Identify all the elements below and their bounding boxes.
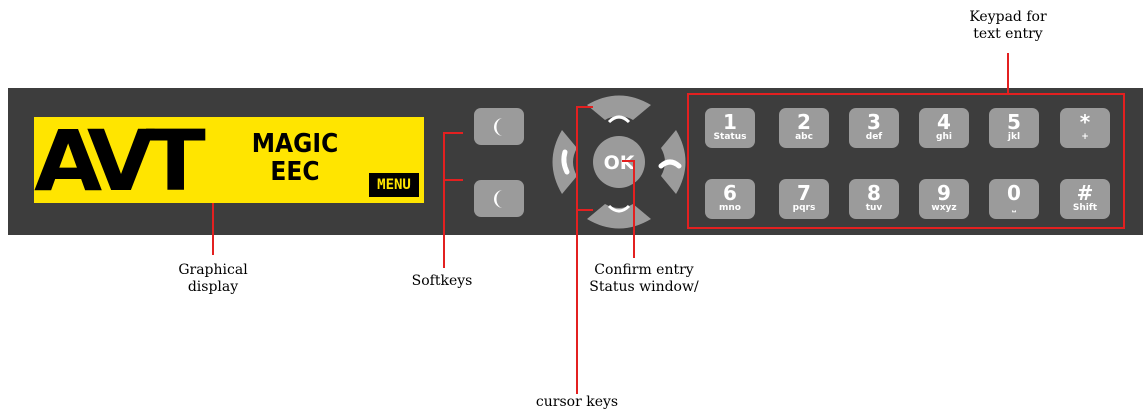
key-2-letters: abc <box>795 132 813 142</box>
graphical-label-line2: display <box>187 279 239 295</box>
cursor-down-key[interactable] <box>587 204 651 229</box>
key-star-sub: + <box>1081 132 1089 142</box>
ok-key-label: Confirm entry Status window/ <box>570 262 718 296</box>
key-6[interactable]: 6 mno <box>705 179 755 219</box>
confirm-label-line1: Confirm entry <box>594 262 694 278</box>
chevron-up-icon <box>607 115 631 124</box>
key-7-digit: 7 <box>797 181 811 205</box>
keypad-label-line1: Keypad for <box>969 9 1047 25</box>
graphical-label-line1: Graphical <box>178 262 248 278</box>
key-0[interactable]: 0 ⎵ <box>989 179 1039 219</box>
model-line1: MAGIC <box>251 129 339 159</box>
call-key[interactable] <box>552 130 578 194</box>
key-6-digit: 6 <box>723 181 737 205</box>
key-9-digit: 9 <box>937 181 951 205</box>
key-8[interactable]: 8 tuv <box>849 179 899 219</box>
key-2-digit: 2 <box>797 110 811 134</box>
key-2[interactable]: 2 abc <box>779 108 829 148</box>
key-7-letters: pqrs <box>792 203 816 213</box>
softkeys-label: Softkeys <box>411 273 473 289</box>
graphical-display-label: Graphical display <box>148 262 278 296</box>
key-5[interactable]: 5 jkl <box>989 108 1039 148</box>
keypad-label: Keypad for text entry <box>938 9 1078 43</box>
key-5-digit: 5 <box>1007 110 1021 134</box>
key-hash[interactable]: # Shift <box>1060 179 1110 219</box>
avt-logo: AVT <box>34 117 206 203</box>
key-4-digit: 4 <box>937 110 951 134</box>
key-0-digit: 0 <box>1007 181 1021 205</box>
key-3[interactable]: 3 def <box>849 108 899 148</box>
cursor-keys-label: cursor keys <box>535 394 619 410</box>
keypad-label-line2: text entry <box>973 26 1043 42</box>
key-9-letters: wxyz <box>931 203 957 213</box>
key-1-digit: 1 <box>723 110 737 134</box>
confirm-label-line2: Status window/ <box>589 279 699 295</box>
key-5-letters: jkl <box>1007 132 1021 142</box>
softkey-bottom-icon <box>494 189 503 208</box>
key-hash-sub: Shift <box>1072 203 1098 213</box>
graphical-display: AVT MAGIC EEC MENU <box>34 117 424 203</box>
softkey-bottom[interactable] <box>474 180 524 217</box>
hangup-key[interactable] <box>658 130 686 194</box>
key-8-digit: 8 <box>867 181 881 205</box>
key-star-symbol: * <box>1079 110 1091 134</box>
key-7[interactable]: 7 pqrs <box>779 179 829 219</box>
key-1[interactable]: 1 Status <box>705 108 755 148</box>
key-1-letters: Status <box>713 132 747 142</box>
ok-label: OK <box>604 152 636 174</box>
key-3-letters: def <box>865 132 883 142</box>
menu-indicator: MENU <box>369 173 419 197</box>
cursor-keys: OK <box>552 95 686 229</box>
key-hash-symbol: # <box>1076 181 1094 205</box>
key-4-letters: ghi <box>936 132 952 142</box>
key-3-digit: 3 <box>867 110 881 134</box>
model-line2: EEC <box>270 157 320 187</box>
key-8-letters: tuv <box>865 203 883 213</box>
softkey-top-icon <box>494 117 503 136</box>
model-name: MAGIC EEC <box>246 130 345 186</box>
cursor-up-key[interactable] <box>587 95 651 124</box>
key-9[interactable]: 9 wxyz <box>919 179 969 219</box>
key-4[interactable]: 4 ghi <box>919 108 969 148</box>
ok-button[interactable]: OK <box>593 136 645 188</box>
softkey-top[interactable] <box>474 108 524 145</box>
key-star[interactable]: * + <box>1060 108 1110 148</box>
key-6-letters: mno <box>719 203 741 213</box>
key-0-space-symbol: ⎵ <box>1012 203 1016 213</box>
